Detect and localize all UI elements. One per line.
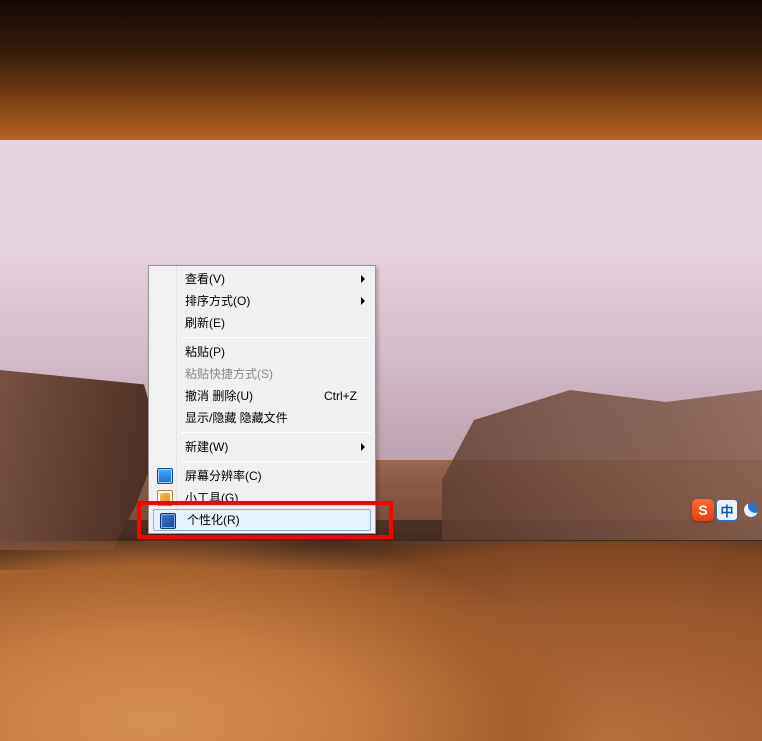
menu-item-paste-shortcut: 粘贴快捷方式(S) (151, 363, 373, 385)
wallpaper-foreground (0, 541, 762, 741)
menu-separator (181, 337, 371, 338)
submenu-arrow-icon (361, 297, 365, 305)
ime-language-toggle[interactable]: 中 (716, 499, 738, 521)
menu-label: 粘贴(P) (185, 345, 225, 359)
personalize-icon (160, 513, 176, 529)
wallpaper-left-cliff (0, 370, 160, 550)
menu-separator (181, 461, 371, 462)
menu-separator (181, 432, 371, 433)
monitor-icon (157, 468, 173, 484)
menu-label: 屏幕分辨率(C) (185, 469, 262, 483)
menu-label: 撤消 删除(U) (185, 389, 253, 403)
ime-language-label: 中 (720, 501, 733, 520)
menu-label: 新建(W) (185, 440, 228, 454)
sogou-logo-letter: S (698, 502, 707, 518)
ime-mode-toggle[interactable] (740, 499, 762, 521)
submenu-arrow-icon (361, 275, 365, 283)
sogou-ime-icon[interactable]: S (692, 499, 714, 521)
menu-item-personalize[interactable]: 个性化(R) (153, 509, 371, 531)
desktop-context-menu: 查看(V) 排序方式(O) 刷新(E) 粘贴(P) 粘贴快捷方式(S) 撤消 删… (148, 265, 376, 534)
moon-icon (742, 501, 759, 518)
menu-item-screen-resolution[interactable]: 屏幕分辨率(C) (151, 465, 373, 487)
menu-item-view[interactable]: 查看(V) (151, 268, 373, 290)
menu-item-gadgets[interactable]: 小工具(G) (151, 487, 373, 509)
menu-item-paste[interactable]: 粘贴(P) (151, 341, 373, 363)
ime-language-bar: S 中 (692, 498, 762, 522)
wallpaper-overhang (0, 0, 762, 140)
menu-label: 小工具(G) (185, 491, 238, 505)
menu-item-refresh[interactable]: 刷新(E) (151, 312, 373, 334)
menu-label: 显示/隐藏 隐藏文件 (185, 411, 288, 425)
menu-label: 查看(V) (185, 272, 225, 286)
menu-item-sort[interactable]: 排序方式(O) (151, 290, 373, 312)
menu-label: 粘贴快捷方式(S) (185, 367, 273, 381)
menu-label: 刷新(E) (185, 316, 225, 330)
menu-label: 排序方式(O) (185, 294, 250, 308)
menu-label: 个性化(R) (187, 513, 240, 527)
desktop-wallpaper[interactable] (0, 0, 762, 741)
menu-shortcut: Ctrl+Z (324, 385, 357, 407)
submenu-arrow-icon (361, 443, 365, 451)
gadget-icon (157, 490, 173, 506)
menu-item-toggle-hidden-files[interactable]: 显示/隐藏 隐藏文件 (151, 407, 373, 429)
menu-item-new[interactable]: 新建(W) (151, 436, 373, 458)
menu-item-undo-delete[interactable]: 撤消 删除(U) Ctrl+Z (151, 385, 373, 407)
